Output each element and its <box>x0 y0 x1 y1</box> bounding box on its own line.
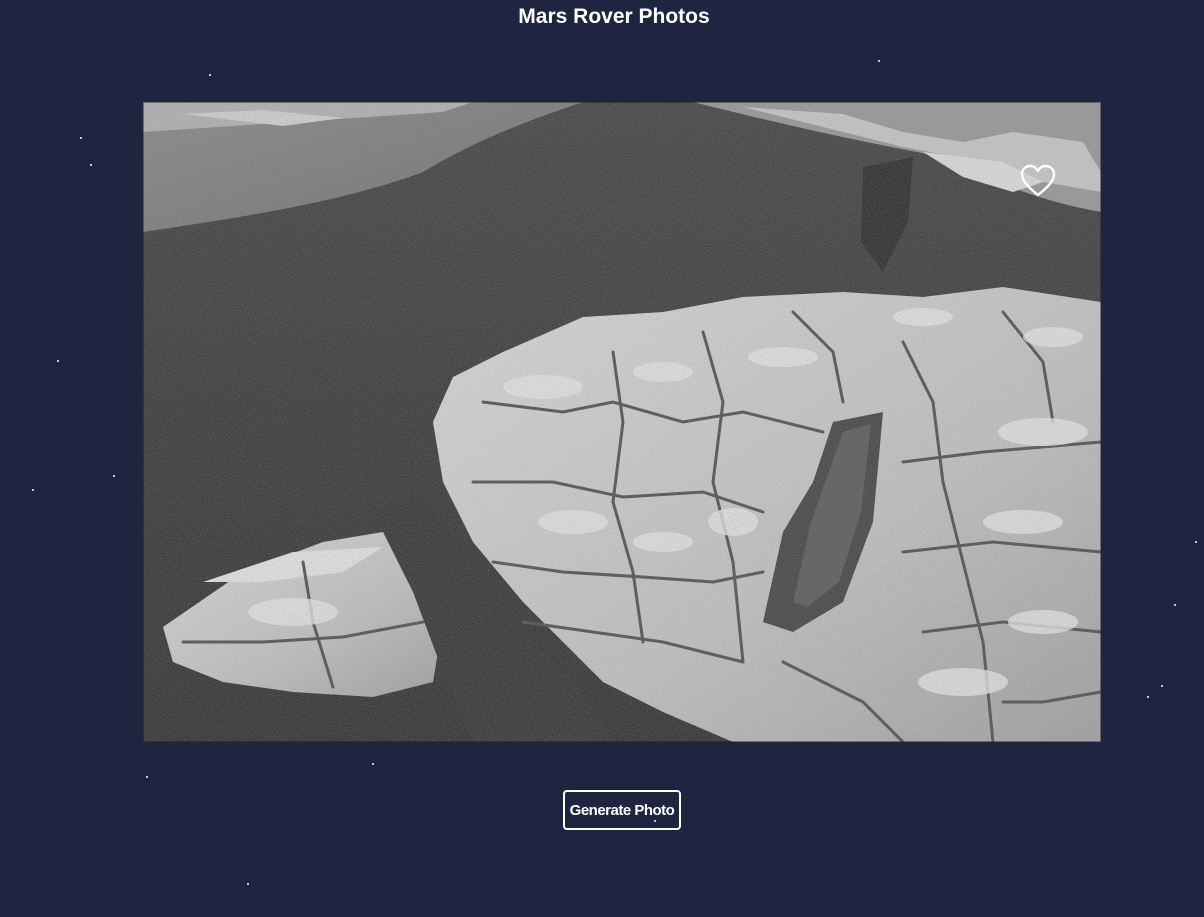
star <box>1161 685 1163 687</box>
star <box>80 137 82 139</box>
star <box>113 475 115 477</box>
star <box>1195 541 1197 543</box>
page: Mars Rover Photos Generate Photo <box>0 0 1204 917</box>
star <box>247 883 249 885</box>
star <box>57 360 59 362</box>
star <box>1174 604 1176 606</box>
star <box>209 74 211 76</box>
star <box>372 763 374 765</box>
star <box>32 489 34 491</box>
page-title: Mars Rover Photos <box>518 5 710 28</box>
generate-photo-button[interactable]: Generate Photo <box>563 790 681 830</box>
star <box>878 60 880 62</box>
star <box>146 776 148 778</box>
rover-photo <box>143 102 1101 742</box>
rover-photo-image <box>143 102 1101 742</box>
favorite-heart-icon[interactable] <box>1020 164 1056 198</box>
heart-outline-icon <box>1020 164 1056 197</box>
star <box>1147 696 1149 698</box>
star <box>90 164 92 166</box>
